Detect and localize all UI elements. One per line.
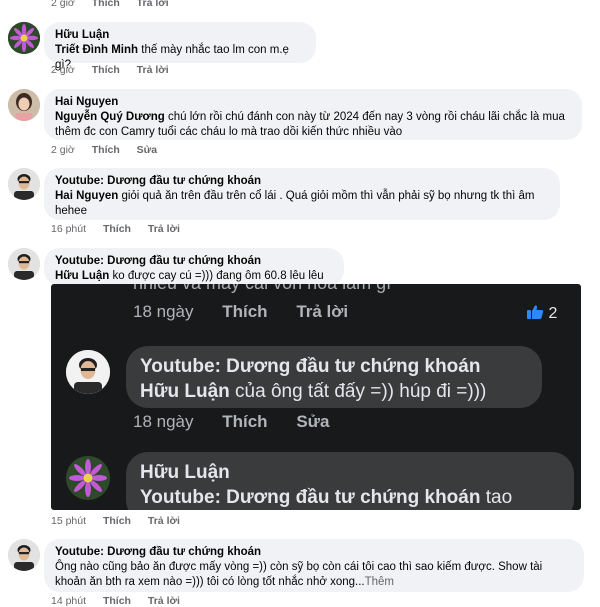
comment-actions: 16 phút Thích Trả lời <box>51 223 194 235</box>
avatar[interactable] <box>8 22 40 54</box>
screenshot-next-bubble: Hữu Luận Youtube: Dương đầu tư chứng kho… <box>126 452 574 510</box>
screenshot-actions: 18 ngày Thích Trả lời <box>133 302 372 322</box>
screenshot-like: Thích <box>222 412 268 431</box>
mention-link[interactable]: Nguyễn Quý Dương <box>55 111 165 123</box>
comment-time: 15 phút <box>51 515 87 527</box>
comment-text: hehee <box>55 205 87 217</box>
comment-actions: 15 phút Thích Trả lời <box>51 515 194 527</box>
screenshot-like: Thích <box>222 302 268 321</box>
comment-time: 2 giờ <box>51 64 75 76</box>
comment-text: giỏi quả ăn trên đầu trên cổ lái . Quá g… <box>118 190 535 202</box>
screenshot-text: của ông tất đấy =)) húp đi =))) <box>229 381 487 402</box>
mention-link[interactable]: Triết Đình Minh <box>55 44 138 56</box>
comment-author[interactable]: Hai Nguyen <box>55 95 571 110</box>
comment-time: 16 phút <box>51 223 87 235</box>
comment-bubble: Hai Nguyen Nguyễn Quý Dương chú lớn rồi … <box>44 89 582 140</box>
like-link[interactable]: Thích <box>103 223 131 235</box>
man-avatar-image <box>66 350 110 394</box>
comment-actions: 14 phút Thích Trả lời <box>51 595 194 607</box>
comment-time: 2 giờ <box>51 144 75 156</box>
see-more-link[interactable]: Thêm <box>365 576 394 588</box>
attached-screenshot[interactable]: nhiều và mấy cái vốn hóa lắm gì 18 ngày … <box>51 284 581 510</box>
like-link[interactable]: Thích <box>92 64 120 76</box>
comment-author[interactable]: Youtube: Dương đầu tư chứng khoán <box>55 174 549 189</box>
comment-text: ko được cay cú =))) đang ôm 60.8 lêu lêu <box>109 270 324 282</box>
avatar[interactable] <box>8 248 40 280</box>
top-actions: 2 giờ Thích Trả lời <box>51 0 183 9</box>
comment-text: khoản ăn bth ra xem nào =))) tôi có lòng… <box>55 576 365 588</box>
avatar[interactable] <box>8 539 40 571</box>
screenshot-avatar <box>66 456 110 500</box>
comment-text: thêm đc con Camry tuổi các cháu lo mà tr… <box>55 126 403 138</box>
screenshot-text: tao <box>480 487 513 508</box>
screenshot-time: 18 ngày <box>133 302 194 321</box>
screenshot-mention: Youtube: Dương đầu tư chứng khoán <box>140 487 481 508</box>
like-count: 2 <box>526 304 557 323</box>
man-avatar-image <box>8 248 40 280</box>
avatar[interactable] <box>8 168 40 200</box>
screenshot-edit: Sửa <box>296 412 330 431</box>
comment-text: chú lớn rồi chú đánh con này từ 2024 đến… <box>164 111 565 123</box>
screenshot-author: Youtube: Dương đầu tư chứng khoán <box>140 356 481 377</box>
reply-link[interactable]: Trả lời <box>148 515 180 527</box>
screenshot-actions: 18 ngày Thích Sửa <box>133 412 353 432</box>
screenshot-reply-bubble: Youtube: Dương đầu tư chứng khoán Hữu Lu… <box>126 346 542 408</box>
like-link[interactable]: Thích <box>92 0 120 9</box>
screenshot-avatar <box>66 350 110 394</box>
comment-time: 2 giờ <box>51 0 75 9</box>
screenshot-time: 18 ngày <box>133 412 194 431</box>
reply-link[interactable]: Trả lời <box>137 0 169 9</box>
mention-link[interactable]: Hữu Luận <box>55 270 109 282</box>
comment-author[interactable]: Youtube: Dương đầu tư chứng khoán <box>55 254 333 269</box>
flower-avatar-image <box>8 22 40 54</box>
comment-author[interactable]: Youtube: Dương đầu tư chứng khoán <box>55 545 573 560</box>
person-avatar-image <box>8 89 40 121</box>
comment-time: 14 phút <box>51 595 87 607</box>
comment-bubble: Youtube: Dương đầu tư chứng khoán Hai Ng… <box>44 168 560 220</box>
comment-bubble: Youtube: Dương đầu tư chứng khoán Ông nà… <box>44 539 584 592</box>
comment-bubble: Hữu Luận Triết Đình Minh thế mày nhắc ta… <box>44 22 316 71</box>
avatar[interactable] <box>8 89 40 121</box>
faded-text: nhiều và mấy cái vốn hóa lắm gì <box>133 284 391 294</box>
screenshot-mention: Hữu Luận <box>140 381 230 402</box>
like-link[interactable]: Thích <box>103 595 131 607</box>
reply-link[interactable]: Trả lời <box>148 223 180 235</box>
comment-actions: 2 giờ Thích Sửa <box>51 144 171 156</box>
flower-avatar-image <box>66 456 110 500</box>
comment-text: Ông nào cũng bảo ăn được mấy vòng =)) cò… <box>55 561 543 573</box>
man-avatar-image <box>8 168 40 200</box>
man-avatar-image <box>8 539 40 571</box>
edit-link[interactable]: Sửa <box>137 144 157 156</box>
like-link[interactable]: Thích <box>103 515 131 527</box>
comment-bubble: Youtube: Dương đầu tư chứng khoán Hữu Lu… <box>44 248 344 286</box>
mention-link[interactable]: Hai Nguyen <box>55 190 118 202</box>
reply-link[interactable]: Trả lời <box>137 64 169 76</box>
screenshot-author: Hữu Luận <box>140 462 230 483</box>
screenshot-reply: Trả lời <box>296 302 349 321</box>
reply-link[interactable]: Trả lời <box>148 595 180 607</box>
comment-author[interactable]: Hữu Luận <box>55 28 305 43</box>
like-link[interactable]: Thích <box>92 144 120 156</box>
thumbs-up-icon <box>527 305 544 319</box>
comment-actions: 2 giờ Thích Trả lời <box>51 64 183 76</box>
